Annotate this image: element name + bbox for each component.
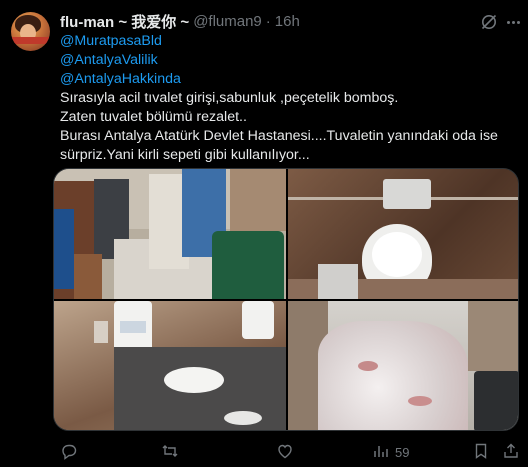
tweet-text-line: Zaten tuvalet bölümü rezalet.. bbox=[60, 109, 247, 125]
grok-icon[interactable] bbox=[480, 13, 498, 31]
tweet-actions: 59 bbox=[60, 442, 522, 462]
heart-icon bbox=[276, 442, 294, 463]
share-icon bbox=[502, 442, 520, 463]
tweet-text-line: Burası Antalya Atatürk Devlet Hastanesi.… bbox=[60, 128, 498, 144]
photo-sink-dispensers[interactable] bbox=[54, 301, 286, 430]
mention-link[interactable]: @AntalyaValilik bbox=[60, 51, 520, 70]
photo-toilet-entrance[interactable] bbox=[54, 169, 286, 299]
tweet-text-line: sürpriz.Yani kirli sepeti gibi kullanılı… bbox=[60, 147, 310, 163]
retweet-icon bbox=[161, 442, 179, 463]
share-button[interactable] bbox=[502, 442, 520, 462]
separator-dot: · bbox=[265, 12, 271, 30]
author-handle[interactable]: @fluman9 bbox=[193, 13, 262, 30]
reply-button[interactable] bbox=[60, 442, 84, 462]
mention-link[interactable]: @MuratpasaBld bbox=[60, 32, 520, 51]
bookmark-icon bbox=[472, 442, 490, 463]
tweet-text: @MuratpasaBld @AntalyaValilik @AntalyaHa… bbox=[60, 32, 520, 165]
author-name[interactable]: flu-man ~ 我爱你 ~ bbox=[60, 11, 189, 32]
reply-icon bbox=[60, 442, 78, 463]
media-grid bbox=[53, 168, 519, 431]
photo-dirty-laundry-room[interactable] bbox=[288, 301, 518, 430]
like-button[interactable] bbox=[276, 442, 300, 462]
avatar[interactable] bbox=[11, 12, 50, 51]
views-icon bbox=[371, 442, 389, 463]
tweet-text-line: Sırasıyla acil tıvalet girişi,sabunluk ,… bbox=[60, 90, 399, 106]
retweet-button[interactable] bbox=[161, 442, 185, 462]
bookmark-button[interactable] bbox=[472, 442, 490, 462]
tweet[interactable]: flu-man ~ 我爱你 ~ @fluman9 · 16h @Muratpas… bbox=[0, 0, 528, 467]
tweet-header: flu-man ~ 我爱你 ~ @fluman9 · 16h bbox=[60, 11, 300, 32]
photo-toilet-bowl[interactable] bbox=[288, 169, 518, 299]
views-count: 59 bbox=[395, 444, 410, 460]
more-options-icon[interactable] bbox=[504, 13, 522, 31]
tweet-timestamp[interactable]: 16h bbox=[275, 13, 300, 30]
mention-link[interactable]: @AntalyaHakkinda bbox=[60, 70, 520, 89]
views-button[interactable]: 59 bbox=[371, 442, 409, 462]
